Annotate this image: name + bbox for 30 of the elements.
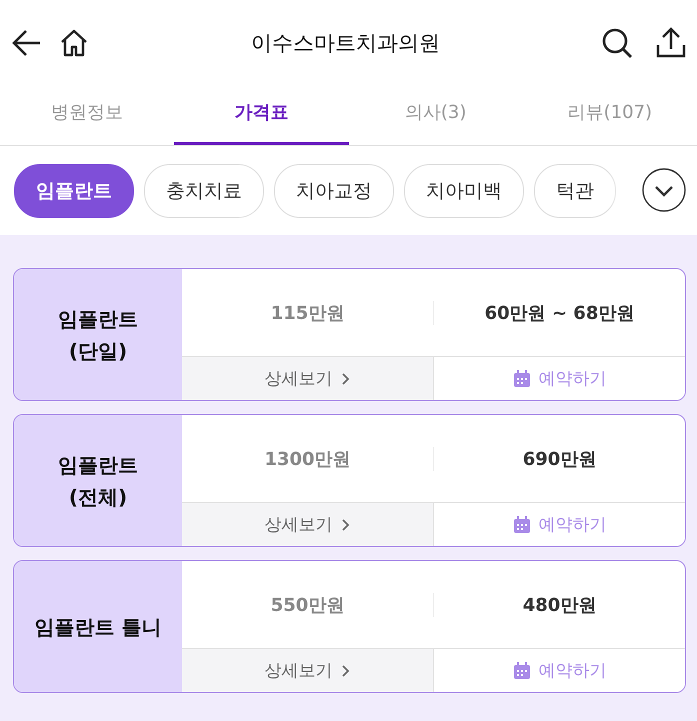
category-chip[interactable]: 치아미백 <box>404 164 524 218</box>
chevron-right-icon <box>340 372 350 386</box>
detail-button[interactable]: 상세보기 <box>182 649 434 692</box>
detail-button[interactable]: 상세보기 <box>182 503 434 546</box>
expand-icon[interactable] <box>642 168 686 212</box>
category-chip[interactable]: 치아교정 <box>274 164 394 218</box>
event-price: 690만원 <box>522 448 598 470</box>
regular-price: 1300만원 <box>182 446 434 470</box>
event-price: 480만원 <box>522 594 598 616</box>
category-chip[interactable]: 임플란트 <box>14 164 134 218</box>
calendar-icon <box>512 516 530 534</box>
tab[interactable]: 리뷰(107) <box>522 85 697 145</box>
calendar-icon <box>512 370 530 388</box>
share-icon[interactable] <box>655 26 687 58</box>
category-chip[interactable]: 턱관 <box>534 164 616 218</box>
tab[interactable]: 의사(3) <box>348 85 523 145</box>
treatment-name: 임플란트 (전체) <box>14 415 182 546</box>
regular-price: 115만원 <box>182 300 434 324</box>
chevron-right-icon <box>340 664 350 678</box>
tab[interactable]: 병원정보 <box>0 85 174 145</box>
treatment-name: 임플란트 (단일) <box>14 269 182 400</box>
calendar-icon <box>512 662 530 680</box>
detail-button[interactable]: 상세보기 <box>182 357 434 400</box>
category-chip[interactable]: 충치치료 <box>144 164 264 218</box>
event-price: 60만원 ~ 68만원 <box>484 302 636 324</box>
regular-price: 550만원 <box>182 592 434 616</box>
page-title: 이수스마트치과의원 <box>250 30 441 56</box>
search-icon[interactable] <box>601 26 633 58</box>
chevron-right-icon <box>340 518 350 532</box>
treatment-name: 임플란트 틀니 <box>14 561 182 692</box>
